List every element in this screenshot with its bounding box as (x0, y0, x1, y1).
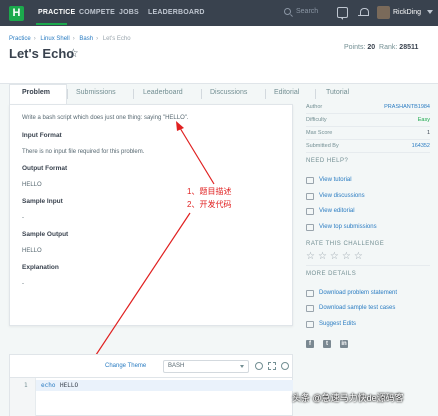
view-discussions-link[interactable]: View discussions (319, 193, 365, 199)
sample-input-text: - (22, 215, 24, 221)
settings-icon[interactable] (281, 362, 289, 370)
facebook-icon[interactable]: f (306, 340, 314, 348)
download-icon (306, 305, 314, 312)
challenge-sidebar: Author PRASHANTB1984 Difficulty Easy Max… (306, 104, 430, 354)
breadcrumb-bash[interactable]: Bash (79, 36, 93, 42)
suggest-edits-link[interactable]: Suggest Edits (319, 321, 356, 327)
tab-submissions[interactable]: Submissions (76, 89, 116, 96)
linkedin-icon[interactable]: in (340, 340, 348, 348)
tab-divider (265, 89, 266, 99)
view-top-submissions-link[interactable]: View top submissions (319, 224, 377, 230)
chevron-down-icon (240, 365, 244, 368)
nav-jobs[interactable]: JOBS (119, 9, 139, 16)
tab-problem[interactable]: Problem (22, 89, 50, 96)
tab-divider (133, 89, 134, 99)
tab-divider (67, 89, 68, 99)
annotation-step-2: 2、开发代码 (187, 200, 232, 209)
explanation-text: - (22, 281, 24, 287)
search-icon (284, 8, 291, 15)
code-keyword: echo (41, 382, 56, 389)
fullscreen-icon[interactable] (268, 362, 276, 370)
rank-value: 28511 (399, 44, 419, 51)
search-input[interactable]: Search (296, 8, 318, 15)
max-score-value: 1 (426, 130, 430, 136)
rate-heading: RATE THIS CHALLENGE (306, 241, 385, 247)
chat-icon[interactable] (337, 7, 348, 20)
download-sample-tests-link[interactable]: Download sample test cases (319, 305, 395, 311)
change-theme-link[interactable]: Change Theme (105, 363, 146, 369)
more-details-heading: MORE DETAILS (306, 271, 357, 277)
nav-compete[interactable]: COMPETE (79, 9, 115, 16)
points-value: 20 (367, 44, 376, 51)
active-nav-indicator (36, 23, 67, 25)
input-format-text: There is no input file required for this… (22, 149, 145, 155)
problem-statement: Write a bash script which does just one … (22, 115, 189, 121)
editorial-icon (306, 208, 314, 215)
explanation-heading: Explanation (22, 264, 59, 271)
tab-divider (315, 89, 316, 99)
username[interactable]: RickDing (393, 9, 421, 16)
sample-output-heading: Sample Output (22, 231, 69, 238)
meta-max-score: Max Score 1 (306, 130, 430, 136)
avatar[interactable] (377, 6, 390, 19)
tab-editorial[interactable]: Editorial (274, 89, 299, 96)
difficulty-value: Easy (417, 117, 430, 123)
submitted-by-value[interactable]: 164352 (412, 143, 430, 149)
breadcrumb-practice[interactable]: Practice (9, 36, 31, 42)
tab-leaderboard[interactable]: Leaderboard (143, 89, 183, 96)
tutorial-icon (306, 177, 314, 184)
code-editor[interactable]: 1 echo HELLO (9, 378, 293, 416)
challenge-tabs: Problem Submissions Leaderboard Discussi… (9, 84, 429, 104)
discussions-icon (306, 193, 314, 200)
score-summary: Points: 20 Rank: 28511 (344, 44, 419, 51)
download-icon (306, 290, 314, 297)
line-number: 1 (24, 382, 28, 389)
watermark: 头条 @急速马力快de源码客 (292, 393, 404, 403)
download-problem-statement-link[interactable]: Download problem statement (319, 290, 397, 296)
annotation-step-1: 1、题目描述 (187, 187, 232, 196)
search-box[interactable]: Search (284, 7, 324, 19)
history-icon[interactable] (255, 362, 263, 370)
top-nav: H PRACTICE COMPETE JOBS LEADERBOARD Sear… (0, 0, 438, 26)
bookmark-star-icon[interactable]: ☆ (68, 46, 79, 60)
output-format-text: HELLO (22, 182, 42, 188)
problem-statement-card: Write a bash script which does just one … (9, 104, 293, 326)
page-title: Let's Echo (9, 46, 75, 61)
author-link[interactable]: PRASHANTB1984 (384, 104, 430, 110)
tab-tutorial[interactable]: Tutorial (326, 89, 349, 96)
language-value: BASH (168, 363, 185, 369)
sample-output-text: HELLO (22, 248, 42, 254)
breadcrumb: Practice › Linux Shell › Bash › Let's Echo (9, 36, 131, 42)
rating-stars[interactable]: ☆☆☆☆☆ (306, 251, 366, 262)
editor-toolbar: Change Theme BASH (9, 354, 293, 378)
nav-practice[interactable]: PRACTICE (38, 9, 75, 16)
view-editorial-link[interactable]: View editorial (319, 208, 355, 214)
page-header: Practice › Linux Shell › Bash › Let's Echo … (0, 26, 438, 84)
breadcrumb-linux-shell[interactable]: Linux Shell (40, 36, 69, 42)
meta-submitted-by: Submitted By 164352 (306, 143, 430, 149)
twitter-icon[interactable]: t (323, 340, 331, 348)
line-number-gutter: 1 (10, 378, 36, 416)
pencil-icon (306, 321, 314, 328)
breadcrumb-current: Let's Echo (102, 36, 131, 42)
nav-leaderboard[interactable]: LEADERBOARD (148, 9, 205, 16)
output-format-heading: Output Format (22, 165, 68, 172)
meta-author: Author PRASHANTB1984 (306, 104, 430, 110)
bell-icon[interactable] (358, 7, 369, 18)
chevron-down-icon[interactable] (427, 10, 433, 14)
language-select[interactable]: BASH (163, 360, 249, 373)
input-format-heading: Input Format (22, 132, 62, 139)
meta-difficulty: Difficulty Easy (306, 117, 430, 123)
hackerrank-logo[interactable]: H (9, 6, 24, 21)
need-help-heading: NEED HELP? (306, 158, 349, 164)
view-tutorial-link[interactable]: View tutorial (319, 177, 352, 183)
tab-discussions[interactable]: Discussions (210, 89, 247, 96)
trophy-icon (306, 224, 314, 231)
sample-input-heading: Sample Input (22, 198, 63, 205)
tab-divider (201, 89, 202, 99)
code-argument: HELLO (60, 382, 79, 389)
